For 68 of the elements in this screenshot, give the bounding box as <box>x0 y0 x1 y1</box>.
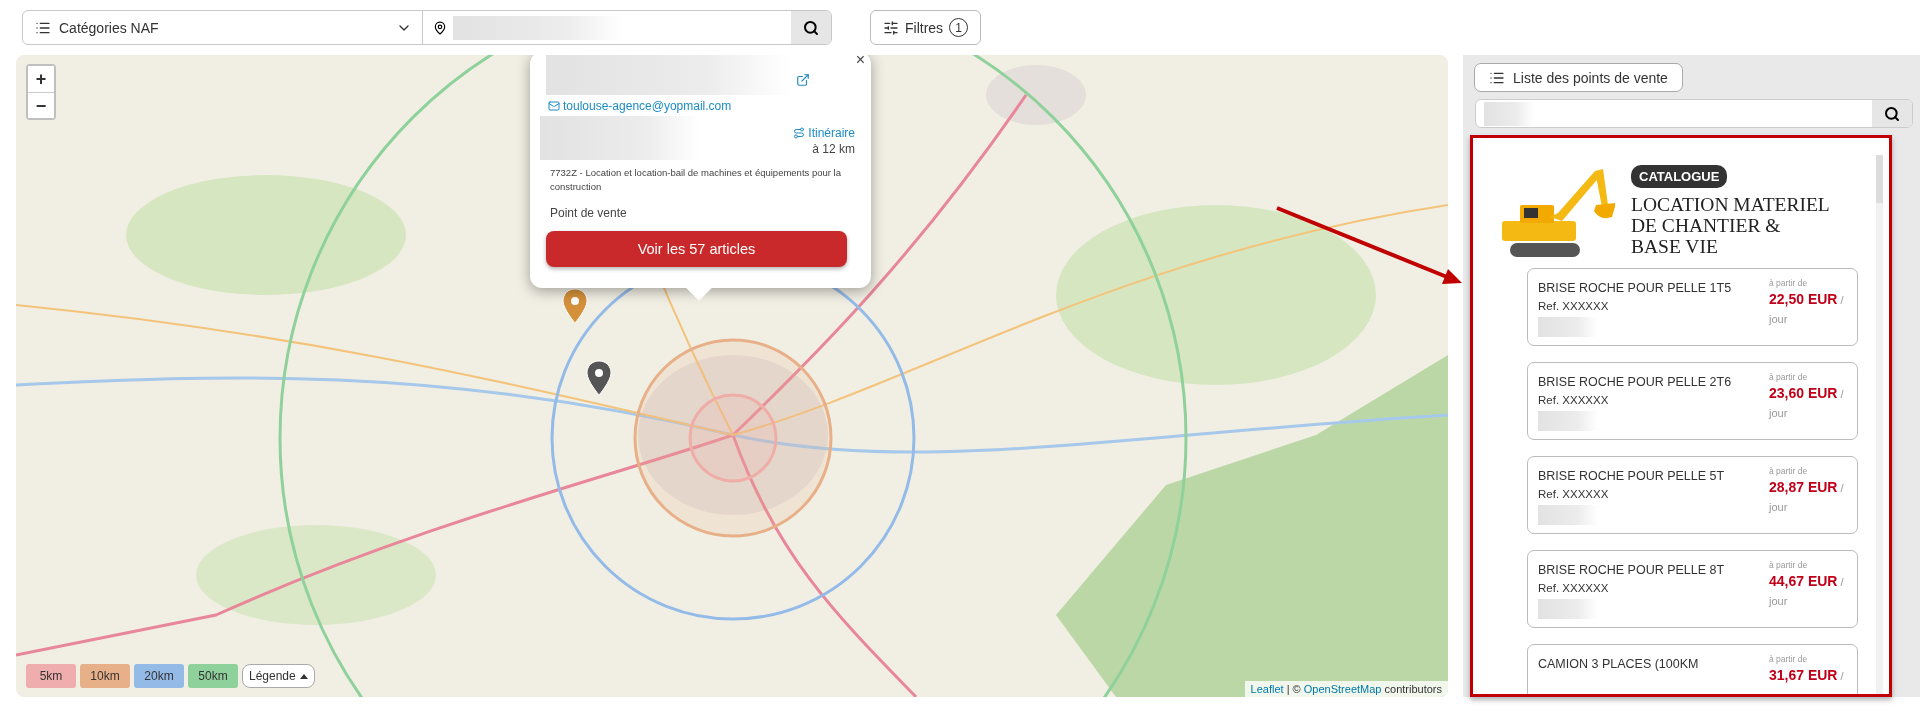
blurred-text <box>1538 317 1598 337</box>
search-icon <box>1884 105 1900 122</box>
price-prefix: à partir de <box>1769 371 1809 383</box>
mail-icon <box>548 100 560 112</box>
blurred-text <box>1538 505 1598 525</box>
map-attribution: Leaflet | © OpenStreetMap contributors <box>1244 681 1448 697</box>
product-ref: Ref. XXXXXX <box>1538 393 1610 408</box>
blurred-text <box>1484 101 1534 126</box>
external-link-icon[interactable] <box>796 73 810 87</box>
product-price: 44,67 EUR <box>1769 573 1838 589</box>
product-card[interactable]: BRISE ROCHE POUR PELLE 2T6 Ref. XXXXXX à partir de 23,60 EUR / jour <box>1527 362 1858 440</box>
catalogue-title: LOCATION MATERIEL DE CHANTIER & BASE VIE <box>1631 194 1831 257</box>
type-text: Point de vente <box>549 205 628 222</box>
legend-item: 20km <box>134 664 184 688</box>
product-name: BRISE ROCHE POUR PELLE 2T6 <box>1538 374 1733 390</box>
blurred-text <box>1538 599 1598 619</box>
distance-text: à 12 km <box>812 141 855 158</box>
legend-item: 5km <box>26 664 76 688</box>
product-card[interactable]: BRISE ROCHE POUR PELLE 5T Ref. XXXXXX à partir de 28,87 EUR / jour <box>1527 456 1858 534</box>
openstreetmap-link[interactable]: OpenStreetMap <box>1303 683 1382 695</box>
product-name: CAMION 3 PLACES (100KM <box>1538 656 1700 672</box>
price-separator: / <box>1839 388 1844 400</box>
product-card[interactable]: BRISE ROCHE POUR PELLE 8T Ref. XXXXXX à partir de 44,67 EUR / jour <box>1527 550 1858 628</box>
price-unit: jour <box>1769 406 1789 421</box>
zoom-out-button[interactable]: − <box>28 92 54 118</box>
price-separator: / <box>1839 294 1844 306</box>
product-price: 23,60 EUR <box>1769 385 1838 401</box>
email-link[interactable]: toulouse-agence@yopmail.com <box>548 99 732 113</box>
price-prefix: à partir de <box>1769 653 1809 665</box>
legend-item: 50km <box>188 664 238 688</box>
product-name: BRISE ROCHE POUR PELLE 1T5 <box>1538 280 1733 296</box>
caret-icon <box>299 673 308 679</box>
price-prefix: à partir de <box>1769 559 1809 571</box>
route-icon <box>793 127 806 139</box>
close-button[interactable]: × <box>855 55 865 68</box>
scrollbar[interactable] <box>1876 155 1883 694</box>
search-button[interactable] <box>1872 100 1912 127</box>
product-ref: Ref. XXXXXX <box>1538 581 1610 596</box>
product-price: 28,87 EUR <box>1769 479 1838 495</box>
leaflet-link[interactable]: Leaflet <box>1250 683 1284 695</box>
search-field[interactable] <box>1475 99 1913 128</box>
map-pin-icon <box>586 360 612 396</box>
list-button[interactable]: Liste des points de vente <box>1474 63 1683 93</box>
activity-text: 7732Z - Location et location-bail de machines et équipements pour la construction <box>549 166 842 194</box>
price-prefix: à partir de <box>1769 277 1809 289</box>
price-unit: jour <box>1769 312 1789 327</box>
product-card[interactable]: CAMION 3 PLACES (100KM à partir de 31,67 EUR / <box>1527 644 1858 694</box>
route-link[interactable]: Itinéraire <box>793 126 855 140</box>
product-card[interactable]: BRISE ROCHE POUR PELLE 1T5 Ref. XXXXXX à partir de 22,50 EUR / jour <box>1527 268 1858 346</box>
product-name: BRISE ROCHE POUR PELLE 5T <box>1538 468 1726 484</box>
catalogue-badge: CATALOGUE <box>1631 165 1728 188</box>
price-unit: jour <box>1769 500 1789 515</box>
sliders-icon <box>883 19 899 36</box>
product-price: 31,67 EUR <box>1769 667 1838 683</box>
product-ref: Ref. XXXXXX <box>1538 299 1610 314</box>
legend-toggle[interactable]: Légende <box>242 664 315 688</box>
view-articles-button[interactable]: Voir les 57 articles <box>546 231 847 267</box>
price-separator: / <box>1839 576 1844 588</box>
price-separator: / <box>1839 670 1844 682</box>
price-unit: jour <box>1769 594 1789 609</box>
product-price: 22,50 EUR <box>1769 291 1838 307</box>
product-name: BRISE ROCHE POUR PELLE 8T <box>1538 562 1726 578</box>
price-separator: / <box>1839 482 1844 494</box>
product-ref: Ref. XXXXXX <box>1538 487 1610 502</box>
blurred-text <box>1538 411 1598 431</box>
price-prefix: à partir de <box>1769 465 1809 477</box>
legend-item: 10km <box>80 664 130 688</box>
filters-button[interactable]: Filtres 1 <box>870 10 982 45</box>
